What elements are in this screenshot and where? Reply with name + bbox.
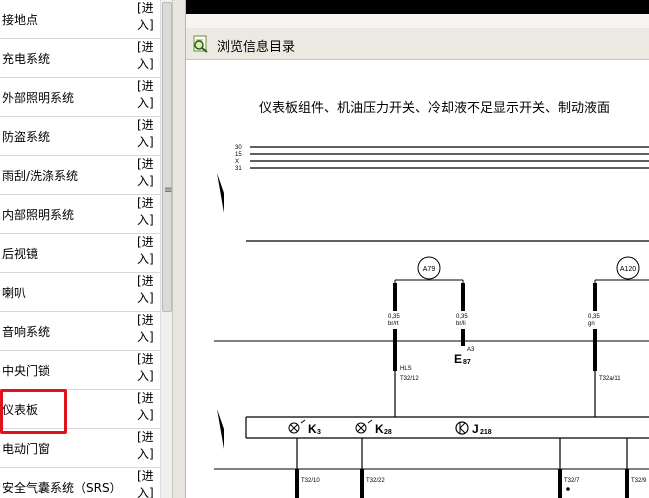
nav-item-label: 防盗系统 [2, 130, 51, 144]
connector-label: A120 [620, 266, 636, 273]
enter-link[interactable]: [进 入] [137, 273, 159, 307]
component-ref: A3 [467, 347, 475, 353]
wire-gauge: 0,35 [388, 314, 400, 320]
system-nav-list: 接地点 [进 入] 充电系统 [进 入] 外部照明系统 [进 入] 防盗系统 [进 入]… [0, 0, 160, 498]
scrollbar-thumb[interactable]: ≡ [162, 2, 172, 312]
nav-item-label: 中央门锁 [2, 364, 51, 378]
component-label: J [472, 422, 479, 436]
nav-item-label: 充电系统 [2, 52, 51, 66]
nav-item-label: 安全气囊系统（SRS） [2, 481, 122, 495]
pin-label: T32/12 [400, 376, 419, 382]
nav-item-label: 内部照明系统 [2, 208, 75, 222]
enter-link[interactable]: [进 入] [137, 39, 159, 73]
wire-color: gn [588, 321, 595, 327]
nav-item-label: 外部照明系统 [2, 91, 75, 105]
enter-link[interactable]: [进 入] [137, 429, 159, 463]
nav-item[interactable]: 后视镜 [进 入] [0, 234, 160, 273]
viewer-strip [186, 14, 649, 28]
component-sub: 28 [384, 429, 392, 436]
left-arrow-icon [217, 173, 224, 213]
magnifier-document-icon[interactable] [191, 35, 209, 53]
nav-item[interactable]: 防盗系统 [进 入] [0, 117, 160, 156]
nav-item-label: 电动门窗 [2, 442, 51, 456]
wiring-diagram: 30 15 X 31 A79 A120 0,35 br/rt HLS T32/1… [214, 145, 649, 498]
nav-item[interactable]: 接地点 [进 入] [0, 0, 160, 39]
nav-item[interactable]: 电动门窗 [进 入] [0, 429, 160, 468]
left-arrow-icon [217, 409, 224, 449]
nav-item-label: 雨刮/洗涤系统 [2, 169, 79, 183]
pane-splitter[interactable] [172, 0, 186, 498]
toolbar-title: 浏览信息目录 [217, 40, 296, 55]
pin-label: T32a/11 [599, 376, 621, 382]
nav-item[interactable]: 内部照明系统 [进 入] [0, 195, 160, 234]
pin-label: T32/7 [564, 478, 580, 484]
wire-color: br/li [456, 321, 466, 327]
wiring-document: 仪表板组件、机油压力开关、冷却液不足显示开关、制动液面 30 15 X 31 A… [186, 61, 649, 498]
warning-lamp-icon [288, 419, 306, 434]
power-rails [250, 146, 649, 169]
nav-item-label: 音响系统 [2, 325, 51, 339]
nav-item[interactable]: 喇叭 [进 入] [0, 273, 160, 312]
wire-gauge: 0,35 [456, 314, 468, 320]
component-e-label: E [454, 352, 462, 366]
rail-label: X [235, 159, 239, 165]
nav-item[interactable]: 中央门锁 [进 入] [0, 351, 160, 390]
enter-link[interactable]: [进 入] [137, 78, 159, 112]
enter-link[interactable]: [进 入] [137, 312, 159, 346]
wire-color: br/rt [388, 321, 399, 327]
component-label: K [375, 422, 384, 436]
nav-item-label: 接地点 [2, 13, 39, 27]
rail-label: 15 [235, 152, 242, 158]
enter-link[interactable]: [进 入] [137, 156, 159, 190]
component-sub: 3 [317, 429, 321, 436]
enter-link[interactable]: [进 入] [137, 195, 159, 229]
wire-gauge: 0,35 [588, 314, 600, 320]
nav-item[interactable]: 音响系统 [进 入] [0, 312, 160, 351]
viewer-top-bar [186, 0, 649, 14]
info-toolbar: 浏览信息目录 [186, 28, 649, 60]
enter-link[interactable]: [进 入] [137, 351, 159, 385]
rail-label: 30 [235, 145, 242, 151]
component-label: K [308, 422, 317, 436]
warning-lamp-icon [355, 419, 373, 434]
hls-label: HLS [400, 366, 412, 372]
rail-label: 31 [235, 166, 242, 172]
component-sub: 218 [480, 429, 492, 436]
pin-label: T32/9 [631, 478, 647, 484]
pin-label: T32/10 [301, 478, 320, 484]
enter-link[interactable]: [进 入] [137, 0, 159, 34]
selection-highlight-box [0, 389, 67, 434]
nav-item[interactable]: 充电系统 [进 入] [0, 39, 160, 78]
nav-item-label: 后视镜 [2, 247, 39, 261]
component-e-sub: 87 [463, 359, 471, 366]
enter-link[interactable]: [进 入] [137, 234, 159, 268]
connector-label: A79 [423, 266, 436, 273]
nav-scrollbar[interactable]: ≡ [160, 0, 172, 498]
nav-item[interactable]: 外部照明系统 [进 入] [0, 78, 160, 117]
nav-item[interactable]: 安全气囊系统（SRS） [进 入] [0, 468, 160, 498]
enter-link[interactable]: [进 入] [137, 468, 159, 498]
pin-label: T32/22 [366, 478, 385, 484]
control-unit-icon [455, 421, 469, 435]
nav-item-label: 喇叭 [2, 286, 27, 300]
enter-link[interactable]: [进 入] [137, 117, 159, 151]
enter-link[interactable]: [进 入] [137, 390, 159, 424]
nav-item[interactable]: 雨刮/洗涤系统 [进 入] [0, 156, 160, 195]
